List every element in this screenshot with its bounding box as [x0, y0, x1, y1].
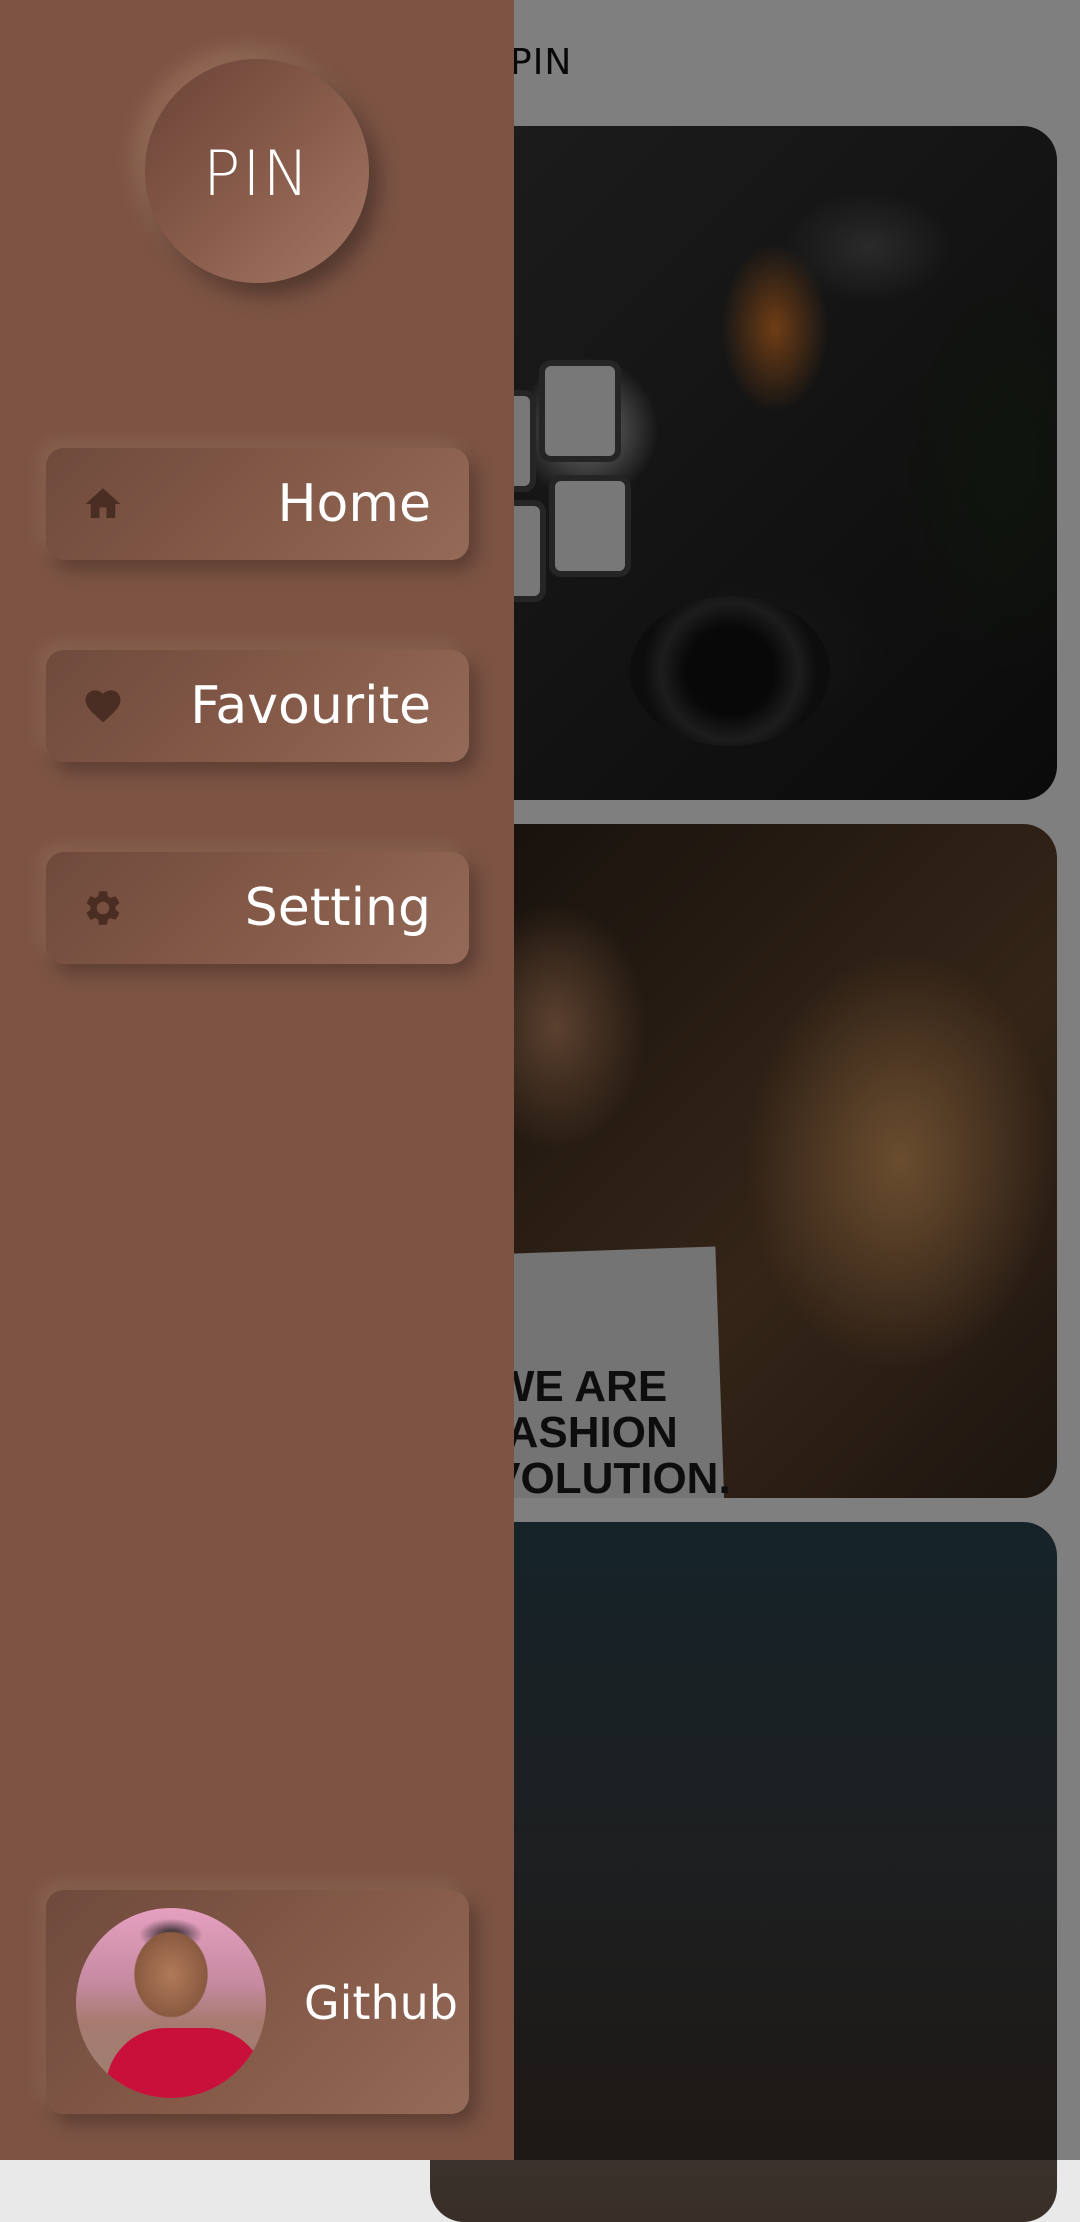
nav-item-favourite[interactable]: Favourite	[46, 650, 469, 762]
logo-text: PIN	[202, 136, 312, 210]
github-profile-card[interactable]: Github	[46, 1890, 469, 2114]
nav-item-label: Setting	[244, 878, 431, 938]
avatar-shirt	[106, 2028, 266, 2098]
home-icon	[82, 483, 124, 525]
heart-icon	[82, 685, 124, 727]
avatar	[76, 1908, 266, 2098]
nav-item-home[interactable]: Home	[46, 448, 469, 560]
gear-icon	[82, 887, 124, 929]
nav-item-label: Favourite	[190, 676, 431, 736]
github-label: Github	[304, 1976, 458, 2030]
app-logo: PIN	[145, 59, 369, 283]
nav-item-setting[interactable]: Setting	[46, 852, 469, 964]
navigation-drawer: PIN Home Favourite Setting Github	[0, 0, 514, 2160]
nav-item-label: Home	[277, 474, 431, 534]
